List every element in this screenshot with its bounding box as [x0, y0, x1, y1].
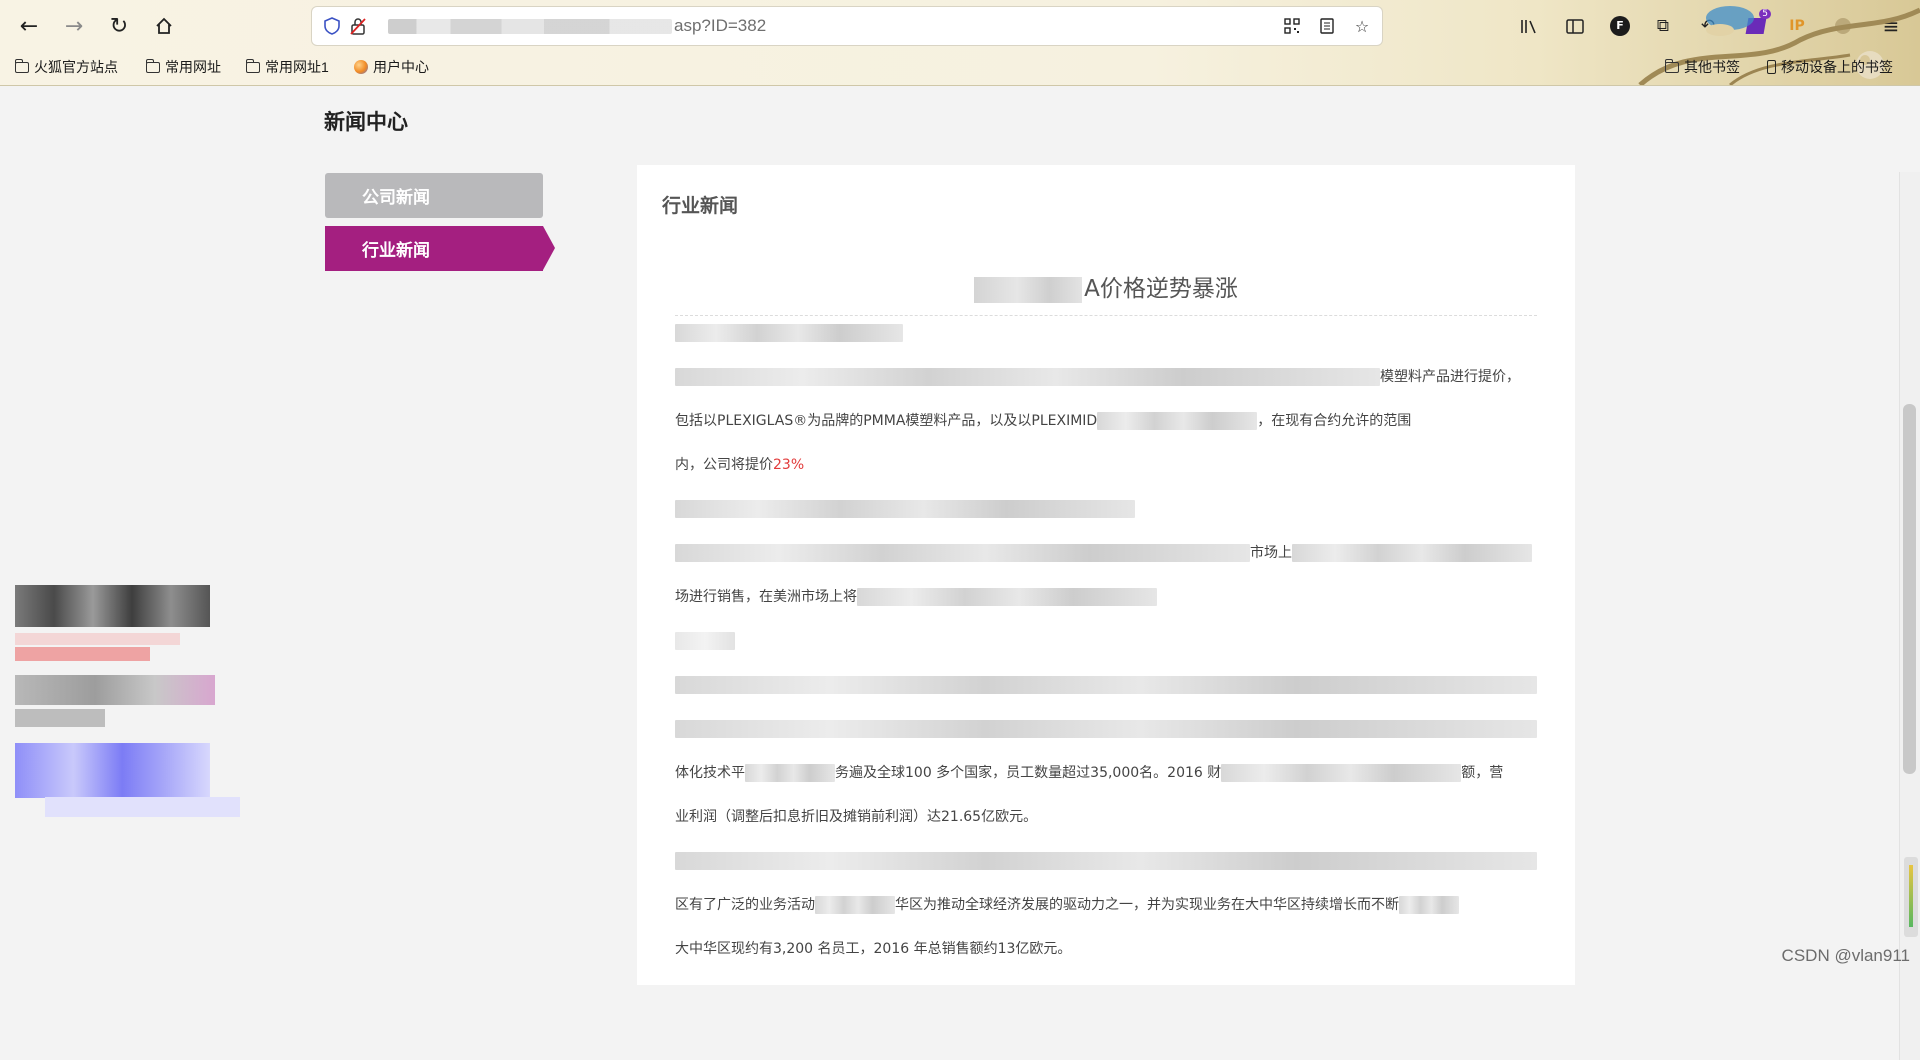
blurred-text	[675, 544, 1250, 562]
extension-badge-count: 5	[1759, 9, 1771, 19]
blurred-text	[675, 720, 1537, 738]
blurred-text	[675, 368, 1380, 386]
extension-purple-icon[interactable]: 5	[1745, 9, 1771, 37]
mobile-device-icon	[1767, 60, 1776, 74]
web-page: 新闻中心 公司新闻 行业新闻 行业新闻 A价格逆势暴涨 模塑料产品进行提价， 包…	[0, 86, 1920, 1060]
reader-view-icon[interactable]	[1317, 16, 1337, 36]
blurred-text	[675, 852, 1537, 870]
nav-company-news[interactable]: 公司新闻	[325, 173, 543, 218]
blurred-text	[675, 324, 903, 342]
nav-industry-news[interactable]: 行业新闻	[325, 226, 555, 271]
blurred-text	[1221, 764, 1462, 782]
hamburger-menu-icon[interactable]: ≡	[1880, 14, 1902, 38]
home-icon[interactable]	[148, 10, 180, 42]
section-title: 新闻中心	[324, 110, 408, 134]
bookmark-star-icon[interactable]: ☆	[1352, 16, 1372, 36]
undo-tab-icon[interactable]: ↶	[1697, 15, 1719, 37]
blurred-text	[974, 276, 1083, 303]
reload-icon[interactable]: ↻	[103, 10, 135, 42]
blurred-text	[857, 588, 1157, 606]
blurred-text	[1097, 412, 1258, 430]
bookmark-user-center[interactable]: 用户中心	[354, 57, 429, 77]
bookmarks-toolbar: 火狐官方站点 常用网址 常用网址1 用户中心 其他书签 移动设备上的书签	[0, 55, 1920, 79]
panel-title: 行业新闻	[662, 195, 739, 217]
forward-arrow-icon[interactable]: →	[58, 10, 90, 42]
insecure-lock-icon[interactable]	[348, 16, 368, 36]
bookmark-other[interactable]: 其他书签	[1664, 57, 1740, 77]
content-panel: 行业新闻 A价格逆势暴涨 模塑料产品进行提价， 包括以PLEXIGLAS®为品牌…	[637, 165, 1575, 985]
article-line: 大中华区现约有3,200 名员工，2016 年总销售额约13亿欧元。	[675, 941, 1072, 957]
site-favicon-icon	[354, 60, 368, 74]
blurred-side-widget	[0, 571, 240, 861]
sidebar-icon[interactable]	[1564, 15, 1586, 37]
folder-icon	[14, 58, 29, 73]
bookmark-mobile[interactable]: 移动设备上的书签	[1767, 57, 1893, 77]
article-title: A价格逆势暴涨	[637, 269, 1575, 303]
blurred-text	[675, 676, 1537, 694]
scroll-thumb[interactable]	[1903, 404, 1916, 774]
blurred-text	[745, 764, 835, 782]
extension-crop-icon[interactable]: ⧉	[1652, 15, 1674, 37]
article-line	[675, 849, 1537, 873]
extension-f-icon[interactable]: F	[1609, 15, 1631, 37]
article-line	[675, 673, 1537, 697]
volume-meter-icon	[1904, 857, 1918, 937]
browser-toolbar: ← → ↻ asp?ID=382 ☆ F ⧉ ↶ 5 IP ≡ 火狐官方站点 常…	[0, 0, 1920, 86]
article-line: 体化技术平 务遍及全球100 多个国家，员工数量超过35,000名。2016 财额…	[675, 764, 1504, 782]
article-line	[675, 321, 1537, 345]
article-line: 区有了广泛的业务活动 华区为推动全球经济发展的驱动力之一，并为实现业务在大中华区持…	[675, 893, 1537, 917]
blurred-text	[675, 632, 735, 650]
blurred-text	[815, 896, 895, 914]
folder-icon	[1664, 58, 1679, 73]
csdn-watermark: CSDN @vlan911	[1781, 946, 1910, 965]
qr-code-icon[interactable]	[1282, 16, 1302, 36]
blurred-text	[675, 500, 1135, 518]
folder-icon	[245, 58, 260, 73]
page-scrollbar[interactable]	[1899, 172, 1920, 1060]
bookmark-folder-firefox[interactable]: 火狐官方站点	[14, 57, 118, 77]
blurred-text	[1292, 544, 1532, 562]
ip-extension-icon[interactable]: IP	[1786, 15, 1808, 37]
extension-avatar-icon[interactable]	[1832, 15, 1854, 37]
blurred-url	[388, 19, 672, 34]
folder-icon	[145, 58, 160, 73]
url-text[interactable]: asp?ID=382	[674, 16, 766, 36]
price-increase-highlight: 23%	[773, 457, 805, 473]
article-line: 市场上	[675, 541, 1537, 565]
tracking-shield-icon[interactable]	[322, 16, 342, 36]
article-line: 场进行销售，在美洲市场上将	[675, 585, 1537, 609]
blurred-text	[1399, 896, 1459, 914]
article-line: 业利润（调整后扣息折旧及摊销前利润）达21.65亿欧元。	[675, 809, 1038, 825]
article-line	[675, 497, 1537, 521]
bookmark-folder-common[interactable]: 常用网址	[145, 57, 221, 77]
article-line: 模塑料产品进行提价，	[675, 365, 1537, 389]
article-line	[675, 717, 1537, 741]
title-divider	[675, 315, 1537, 316]
library-icon[interactable]	[1518, 15, 1540, 37]
bookmark-folder-common1[interactable]: 常用网址1	[245, 57, 329, 77]
article-line: 包括以PLEXIGLAS®为品牌的PMMA模塑料产品，以及以PLEXIMID ，在…	[675, 412, 1412, 430]
address-bar[interactable]: asp?ID=382 ☆	[312, 7, 1382, 45]
back-arrow-icon[interactable]: ←	[13, 10, 45, 42]
article-line	[675, 629, 1537, 653]
article-line: 内，公司将提价23%	[675, 457, 805, 473]
side-navigation: 公司新闻 行业新闻	[325, 173, 555, 271]
